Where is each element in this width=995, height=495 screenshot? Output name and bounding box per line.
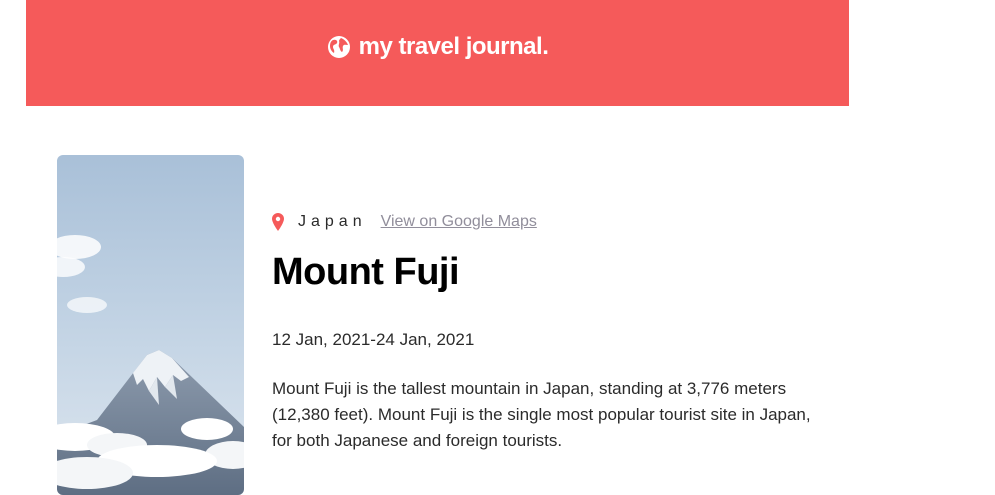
location-row: Japan View on Google Maps xyxy=(272,205,832,239)
entry-title: Mount Fuji xyxy=(272,251,460,293)
map-pin-icon xyxy=(272,213,284,231)
google-maps-link[interactable]: View on Google Maps xyxy=(381,213,537,231)
journal-entry: Japan View on Google Maps Mount Fuji 12 … xyxy=(272,205,832,471)
globe-icon xyxy=(327,35,351,59)
country-label: Japan xyxy=(298,213,367,230)
trip-dates: 12 Jan, 2021-24 Jan, 2021 xyxy=(272,330,475,349)
brand: my travel journal. xyxy=(327,33,549,61)
app-title: my travel journal. xyxy=(358,33,549,60)
app-header: my travel journal. xyxy=(26,0,849,106)
entry-description: Mount Fuji is the tallest mountain in Ja… xyxy=(272,379,811,450)
location-photo xyxy=(57,155,244,495)
